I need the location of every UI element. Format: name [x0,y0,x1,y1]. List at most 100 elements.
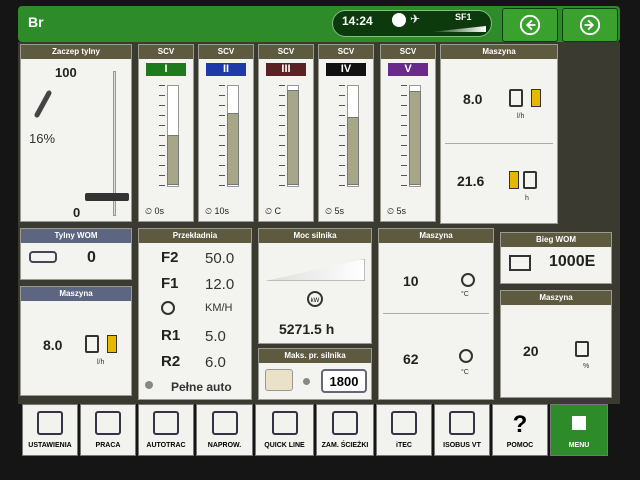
machine-fuel-card[interactable]: Maszyna 8.0 l/h 21.6 h [440,44,558,224]
gauge-tick [279,135,285,136]
hitch-percent: 16% [29,131,56,146]
gauge-tick [159,175,165,176]
gauge-tick [401,185,407,186]
arrow-right-icon [579,14,601,36]
gauge-tick [159,95,165,96]
hitch-position-marker[interactable] [85,192,129,201]
bottom-button-pomoc[interactable]: ? POMOC [492,404,548,456]
machine-left-title: Maszyna [21,287,131,301]
pto-gear-card[interactable]: Bieg WOM 1000E [500,232,612,284]
rear-pto-card[interactable]: Tylny WOM 0 [20,228,132,280]
gauge-tick [219,145,225,146]
gauge-tick [219,175,225,176]
fuel-rate-unit: l/h [517,113,525,120]
bottom-button-naprow-[interactable]: NAPROW. [196,404,253,456]
scv-card[interactable]: SCV IV ⏲ 5s [318,44,374,222]
arrow-left-icon [519,14,541,36]
steering-icon [211,411,238,435]
gauge-tick [339,185,345,186]
bottom-button-itec[interactable]: iTEC [376,404,432,456]
bottom-button-autotrac[interactable]: AUTOTRAC [138,404,194,456]
gauge-tick [279,85,285,86]
bottom-button-label: ISOBUS VT [443,442,481,449]
mode-indicator-icon [145,381,153,389]
gauge-tick [339,85,345,86]
transmission-title: Przekładnia [139,229,251,243]
scv-number: IV [326,63,366,76]
gauge-tick [219,115,225,116]
gear-label: F2 [161,249,179,266]
gauge-tick [339,145,345,146]
machine-left-value: 8.0 [43,337,63,353]
gauge-tick [219,85,225,86]
scv-number: III [266,63,306,76]
temp-value-2: 62 [403,351,419,367]
gear-value: 6.0 [205,354,226,371]
gauge-tick [219,125,225,126]
engine-power-card[interactable]: Moc silnika kW 5271.5 h [258,228,372,344]
bottom-button-praca[interactable]: PRACA [80,404,136,456]
scv-card[interactable]: SCV II ⏲ 10s [198,44,254,222]
bottom-button-label: USTAWIENIA [28,442,72,449]
kw-icon: kW [307,291,323,307]
gauge-tick [401,125,407,126]
path-icon [332,411,358,435]
hourglass-icon-3 [107,335,117,353]
isobus-icon [449,411,475,435]
gauge-tick [279,95,285,96]
scv-timer: ⏲ 5s [387,206,407,216]
gear-icon [161,301,175,315]
forward-button[interactable] [562,8,618,42]
scv-gauge-fill [167,135,179,185]
scv-number: II [206,63,246,76]
max-engine-card[interactable]: Maks. pr. silnika 1800 [258,348,372,400]
transmission-card[interactable]: Przekładnia F2 50.0 F1 12.0 KM/H R1 5.0 R2 6.0 P… [138,228,252,400]
scv-card[interactable]: SCV III ⏲ C [258,44,314,222]
gauge-tick [279,165,285,166]
gauge-tick [401,165,407,166]
gauge-tick [219,135,225,136]
scv-card[interactable]: SCV V ⏲ 5s [380,44,436,222]
back-button[interactable] [502,8,558,42]
machine-left-card[interactable]: Maszyna 8.0 l/h [20,286,132,396]
clock: 14:24 [342,14,373,28]
gauge-tick [159,135,165,136]
bottom-button-zam-cie-ki[interactable]: ZAM. ŚCIEŻKI [316,404,374,456]
gauge-tick [401,175,407,176]
list-icon [37,411,63,435]
gauge-tick [159,165,165,166]
hours-value: 21.6 [457,173,485,189]
gauge-tick [401,145,407,146]
bottom-button-quick-line[interactable]: QUICK LINE [255,404,314,456]
gauge-tick [279,125,285,126]
rear-hitch-card[interactable]: Zaczep tylny 100 0 16% [20,44,132,222]
power-bar [265,259,365,281]
scv-gauge [401,85,425,187]
bottom-button-label: MENU [568,442,590,449]
max-engine-value[interactable]: 1800 [321,369,367,393]
bottom-button-ustawienia[interactable]: USTAWIENIA [22,404,78,456]
gauge-tick [401,155,407,156]
scv-gauge-fill [409,91,421,185]
scv-timer: ⏲ C [265,206,282,216]
bottom-button-label: PRACA [95,442,121,449]
bottom-button-label: NAPROW. [207,442,242,449]
gauge-tick [219,155,225,156]
machine-right-unit: % [583,363,590,370]
gauge-tick [159,115,165,116]
bottom-button-isobus-vt[interactable]: ISOBUS VT [434,404,490,456]
work-icon [95,411,121,435]
scv-gauge [159,85,183,187]
bottom-button-menu[interactable]: MENU [550,404,608,456]
machine-right-value: 20 [523,343,539,359]
scv-title: SCV [259,45,313,59]
gauge-tick [339,105,345,106]
gauge-tick [159,155,165,156]
machine-right-card[interactable]: Maszyna 20 % [500,290,612,398]
machine-temp-card[interactable]: Maszyna 10 °C 62 °C [378,228,494,400]
fuel-pump-icon-2 [523,171,537,189]
scv-card[interactable]: SCV I ⏲ 0s [138,44,194,222]
machine-left-unit: l/h [97,359,105,366]
thermometer-icon [461,273,475,287]
engine-rpm-button[interactable] [265,369,293,391]
